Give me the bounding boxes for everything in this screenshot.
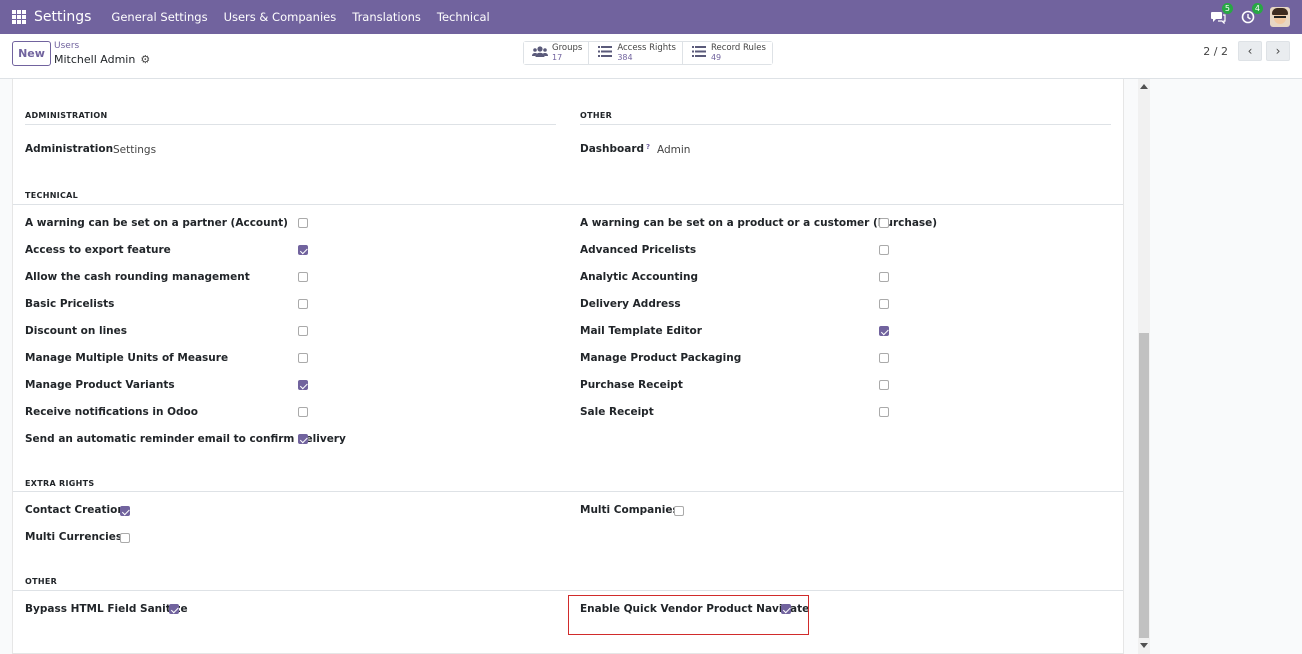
messages-badge: 5 xyxy=(1221,3,1233,14)
section-title-other-bottom: OTHER xyxy=(25,577,58,586)
section-title-administration: ADMINISTRATION xyxy=(25,111,108,120)
new-button[interactable]: New xyxy=(12,41,51,66)
technical-right-checkbox-1[interactable] xyxy=(879,245,889,255)
section-divider xyxy=(13,204,1123,205)
technical-left-label-7: Receive notifications in Odoo xyxy=(25,406,198,418)
top-navbar: Settings General Settings Users & Compan… xyxy=(0,0,1302,34)
other-left-label-0: Bypass HTML Field Sanitize xyxy=(25,603,188,615)
technical-left-checkbox-7[interactable] xyxy=(298,407,308,417)
technical-left-checkbox-3[interactable] xyxy=(298,299,308,309)
technical-right-checkbox-0[interactable] xyxy=(879,218,889,228)
help-tooltip-icon[interactable]: ? xyxy=(646,143,650,151)
messages-icon[interactable]: 5 xyxy=(1210,3,1233,25)
menu-general-settings[interactable]: General Settings xyxy=(111,10,207,24)
administration-value[interactable]: Settings xyxy=(113,144,156,156)
technical-left-label-0: A warning can be set on a partner (Accou… xyxy=(25,217,288,229)
administration-label: Administration xyxy=(25,143,114,155)
technical-left-checkbox-0[interactable] xyxy=(298,218,308,228)
technical-left-checkbox-1[interactable] xyxy=(298,245,308,255)
pager-next-button[interactable]: › xyxy=(1266,41,1290,61)
extra-rights-left-checkbox-0[interactable] xyxy=(120,506,130,516)
app-title[interactable]: Settings xyxy=(34,9,91,25)
record-title: Mitchell Admin ⚙ xyxy=(54,53,150,66)
list-icon xyxy=(597,46,613,60)
chevron-right-icon: › xyxy=(1275,44,1281,58)
section-divider xyxy=(580,124,1111,125)
menu-translations[interactable]: Translations xyxy=(352,10,421,24)
gear-icon[interactable]: ⚙ xyxy=(140,53,150,66)
technical-left-checkbox-4[interactable] xyxy=(298,326,308,336)
form-sheet xyxy=(12,79,1124,654)
record-rules-count: 49 xyxy=(710,53,722,62)
users-icon xyxy=(532,45,548,61)
control-panel: New Users Mitchell Admin ⚙ Groups 17 Acc… xyxy=(0,34,1302,79)
other-left-checkbox-0[interactable] xyxy=(169,604,179,614)
pager-value[interactable]: 2 / 2 xyxy=(1203,45,1228,58)
section-divider xyxy=(13,491,1123,492)
technical-left-checkbox-5[interactable] xyxy=(298,353,308,363)
record-rules-label: Record Rules xyxy=(710,43,766,53)
smart-buttons: Groups 17 Access Rights 384 Record Rules… xyxy=(523,41,773,65)
activities-badge: 4 xyxy=(1251,3,1263,14)
technical-right-label-6: Purchase Receipt xyxy=(580,379,683,391)
dashboard-value[interactable]: Admin xyxy=(657,144,690,156)
dashboard-label: Dashboard? xyxy=(580,143,651,155)
menu-users-companies[interactable]: Users & Companies xyxy=(224,10,337,24)
pager-previous-button[interactable]: ‹ xyxy=(1238,41,1262,61)
technical-left-label-1: Access to export feature xyxy=(25,244,171,256)
section-divider xyxy=(25,124,556,125)
technical-right-checkbox-3[interactable] xyxy=(879,299,889,309)
technical-left-checkbox-2[interactable] xyxy=(298,272,308,282)
record-name: Mitchell Admin xyxy=(54,53,136,66)
technical-right-label-1: Advanced Pricelists xyxy=(580,244,697,256)
extra-rights-right-label-0: Multi Companies xyxy=(580,504,679,516)
extra-rights-right-checkbox-0[interactable] xyxy=(674,506,684,516)
scroll-down-arrow-icon[interactable] xyxy=(1140,643,1148,648)
technical-left-label-4: Discount on lines xyxy=(25,325,128,337)
technical-left-label-2: Allow the cash rounding management xyxy=(25,271,250,283)
section-title-other-top: OTHER xyxy=(580,111,613,120)
technical-left-label-6: Manage Product Variants xyxy=(25,379,175,391)
access-rights-count: 384 xyxy=(617,53,633,62)
technical-right-checkbox-5[interactable] xyxy=(879,353,889,363)
technical-right-checkbox-2[interactable] xyxy=(879,272,889,282)
technical-left-label-5: Manage Multiple Units of Measure xyxy=(25,352,229,364)
user-avatar[interactable] xyxy=(1270,7,1290,27)
technical-right-label-3: Delivery Address xyxy=(580,298,681,310)
groups-label: Groups xyxy=(552,43,583,53)
activities-icon[interactable]: 4 xyxy=(1240,3,1263,25)
section-title-extra-rights: EXTRA RIGHTS xyxy=(25,479,95,488)
chevron-left-icon: ‹ xyxy=(1247,44,1253,58)
record-rules-smart-button[interactable]: Record Rules 49 xyxy=(682,42,772,64)
technical-right-label-5: Manage Product Packaging xyxy=(580,352,742,364)
extra-rights-left-label-1: Multi Currencies xyxy=(25,531,123,543)
technical-left-checkbox-6[interactable] xyxy=(298,380,308,390)
scrollbar-thumb[interactable] xyxy=(1139,333,1149,638)
breadcrumb-users[interactable]: Users xyxy=(54,41,79,51)
access-rights-label: Access Rights xyxy=(617,43,676,53)
groups-smart-button[interactable]: Groups 17 xyxy=(524,42,590,64)
section-title-technical: TECHNICAL xyxy=(25,191,79,200)
extra-rights-left-label-0: Contact Creation xyxy=(25,504,125,516)
technical-right-checkbox-6[interactable] xyxy=(879,380,889,390)
groups-count: 17 xyxy=(552,53,563,62)
technical-right-checkbox-4[interactable] xyxy=(879,326,889,336)
access-rights-smart-button[interactable]: Access Rights 384 xyxy=(589,42,683,64)
technical-right-checkbox-7[interactable] xyxy=(879,407,889,417)
technical-right-label-4: Mail Template Editor xyxy=(580,325,702,337)
section-divider xyxy=(13,590,1123,591)
highlight-annotation-box xyxy=(568,595,809,635)
extra-rights-left-checkbox-1[interactable] xyxy=(120,533,130,543)
technical-left-label-3: Basic Pricelists xyxy=(25,298,115,310)
apps-menu-icon[interactable] xyxy=(12,10,26,24)
list-icon xyxy=(691,46,707,60)
scroll-up-arrow-icon[interactable] xyxy=(1140,84,1148,89)
technical-right-label-2: Analytic Accounting xyxy=(580,271,698,283)
pager: 2 / 2 ‹ › xyxy=(1203,41,1290,61)
menu-technical[interactable]: Technical xyxy=(437,10,490,24)
technical-right-label-7: Sale Receipt xyxy=(580,406,654,418)
technical-left-checkbox-8[interactable] xyxy=(298,434,308,444)
